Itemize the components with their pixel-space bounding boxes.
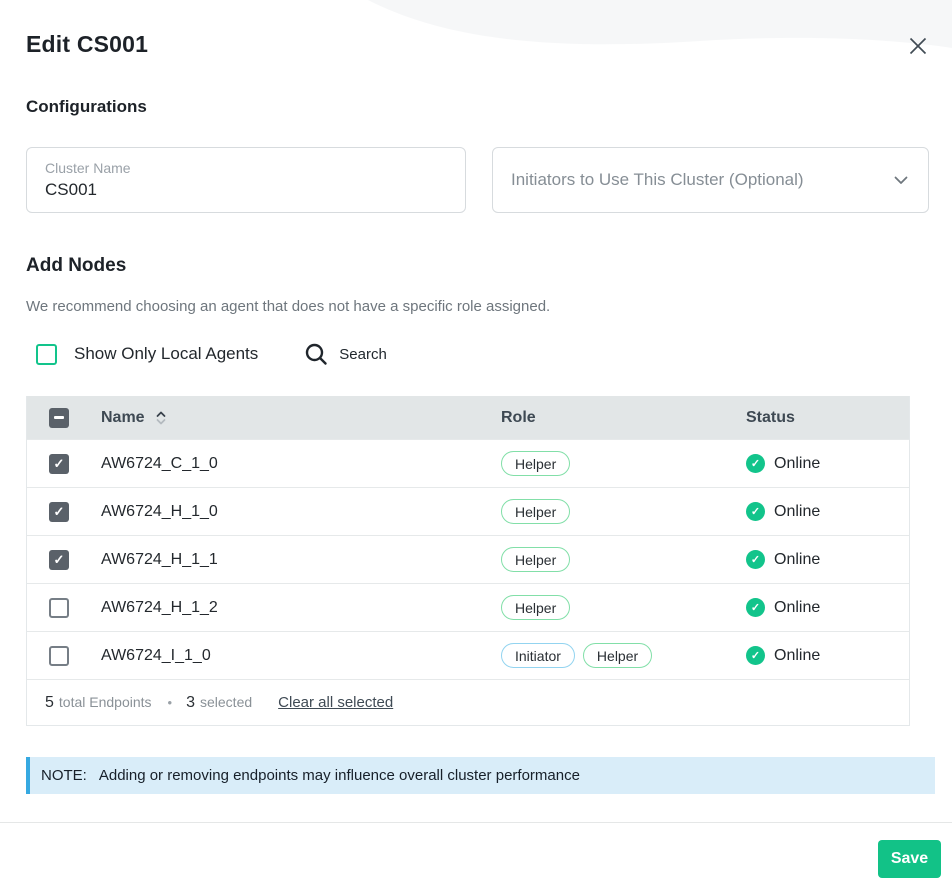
row-status-label: Online	[774, 551, 820, 569]
name-column-header[interactable]: Name	[101, 409, 145, 427]
edit-cluster-modal: Edit CS001 Configurations Cluster Name C…	[0, 0, 952, 886]
table-body: ✓ AW6724_C_1_0 Helper ✓ Online ✓ AW6724_…	[27, 439, 909, 679]
role-badge: Helper	[501, 547, 570, 572]
cluster-name-label: Cluster Name	[45, 160, 447, 176]
clear-all-selected-link[interactable]: Clear all selected	[278, 694, 393, 711]
row-name: AW6724_C_1_0	[101, 455, 218, 472]
save-button[interactable]: Save	[878, 840, 941, 878]
role-badge: Helper	[583, 643, 652, 668]
table-controls: Show Only Local Agents Search	[36, 341, 387, 367]
row-name: AW6724_I_1_0	[101, 647, 211, 664]
search-label: Search	[339, 346, 387, 363]
row-status-label: Online	[774, 503, 820, 521]
role-column-header: Role	[501, 409, 746, 427]
row-status-label: Online	[774, 647, 820, 665]
sort-icon[interactable]	[155, 410, 167, 426]
row-roles: Helper	[501, 595, 746, 620]
note-prefix: NOTE:	[41, 767, 87, 784]
role-badge: Helper	[501, 499, 570, 524]
table-row: AW6724_H_1_2 Helper ✓ Online	[27, 583, 909, 631]
page-title: Edit CS001	[26, 31, 148, 58]
initiators-dropdown[interactable]: Initiators to Use This Cluster (Optional…	[492, 147, 929, 213]
add-nodes-description: We recommend choosing an agent that does…	[26, 298, 550, 315]
table-header-row: Name Role Status	[27, 396, 909, 439]
select-all-checkbox[interactable]	[49, 408, 69, 428]
table-footer: 5total Endpoints • 3selected Clear all s…	[27, 679, 909, 725]
role-badge: Helper	[501, 595, 570, 620]
chevron-down-icon	[894, 176, 908, 185]
cluster-name-value: CS001	[45, 180, 447, 200]
row-checkbox[interactable]: ✓	[49, 550, 69, 570]
table-row: ✓ AW6724_C_1_0 Helper ✓ Online	[27, 439, 909, 487]
online-status-icon: ✓	[746, 454, 765, 473]
add-nodes-heading: Add Nodes	[26, 255, 126, 277]
footer-divider	[0, 822, 952, 823]
search-icon	[304, 342, 328, 366]
row-roles: Helper	[501, 499, 746, 524]
row-status-label: Online	[774, 599, 820, 617]
nodes-table: Name Role Status ✓ AW6724_C_1_0 Helper ✓…	[26, 396, 910, 726]
table-row: ✓ AW6724_H_1_1 Helper ✓ Online	[27, 535, 909, 583]
row-roles: Helper	[501, 547, 746, 572]
role-badge: Initiator	[501, 643, 575, 668]
configurations-heading: Configurations	[26, 97, 147, 117]
selected-count-text: 3selected	[186, 694, 252, 712]
role-badge: Helper	[501, 451, 570, 476]
close-button[interactable]	[908, 36, 928, 56]
note-banner: NOTE: Adding or removing endpoints may i…	[26, 757, 935, 794]
table-row: ✓ AW6724_H_1_0 Helper ✓ Online	[27, 487, 909, 535]
row-checkbox[interactable]	[49, 646, 69, 666]
row-checkbox[interactable]: ✓	[49, 502, 69, 522]
row-roles: Helper	[501, 451, 746, 476]
row-name: AW6724_H_1_2	[101, 599, 218, 616]
table-row: AW6724_I_1_0 Initiator Helper ✓ Online	[27, 631, 909, 679]
separator-bullet-icon: •	[168, 695, 173, 710]
row-checkbox[interactable]: ✓	[49, 454, 69, 474]
row-name: AW6724_H_1_0	[101, 503, 218, 520]
online-status-icon: ✓	[746, 550, 765, 569]
show-only-local-agents-checkbox[interactable]	[36, 344, 57, 365]
show-only-local-agents-label: Show Only Local Agents	[74, 344, 258, 364]
row-checkbox[interactable]	[49, 598, 69, 618]
row-roles: Initiator Helper	[501, 643, 746, 668]
row-status-label: Online	[774, 455, 820, 473]
total-endpoints-text: 5total Endpoints	[45, 694, 152, 712]
search-button[interactable]: Search	[304, 342, 387, 366]
online-status-icon: ✓	[746, 502, 765, 521]
online-status-icon: ✓	[746, 646, 765, 665]
online-status-icon: ✓	[746, 598, 765, 617]
cluster-name-field[interactable]: Cluster Name CS001	[26, 147, 466, 213]
note-message: Adding or removing endpoints may influen…	[99, 767, 580, 784]
close-icon	[909, 37, 927, 55]
initiators-dropdown-placeholder: Initiators to Use This Cluster (Optional…	[511, 170, 804, 190]
row-name: AW6724_H_1_1	[101, 551, 218, 568]
status-column-header: Status	[746, 409, 909, 427]
